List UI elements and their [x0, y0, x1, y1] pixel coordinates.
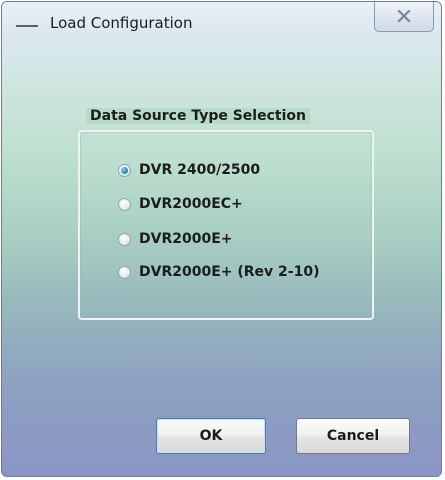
radio-option-dvr2000e-plus[interactable]: DVR2000E+ [118, 228, 233, 250]
title-bar[interactable]: Load Configuration [2, 2, 441, 46]
cancel-button[interactable]: Cancel [296, 418, 410, 454]
ok-button[interactable]: OK [156, 418, 266, 454]
radio-button[interactable] [118, 197, 131, 211]
window-title: Load Configuration [50, 14, 193, 32]
radio-option-dvr2000ec-plus[interactable]: DVR2000EC+ [118, 193, 243, 215]
radio-label: DVR2000E+ [139, 231, 233, 247]
radio-option-dvr2000e-plus-rev-2-10[interactable]: DVR2000E+ (Rev 2-10) [118, 261, 319, 283]
radio-button[interactable] [118, 265, 131, 279]
radio-option-dvr-2400-2500[interactable]: DVR 2400/2500 [118, 159, 260, 181]
close-icon [397, 7, 411, 26]
radio-label: DVR 2400/2500 [139, 162, 261, 178]
load-configuration-dialog: Load Configuration Data Source Type Sele… [1, 1, 442, 477]
radio-label: DVR2000EC+ [139, 196, 243, 212]
radio-button-selected[interactable] [118, 163, 131, 177]
dash-icon [16, 24, 38, 28]
radio-button[interactable] [118, 232, 131, 246]
radio-label: DVR2000E+ (Rev 2-10) [139, 264, 320, 280]
groupbox-title: Data Source Type Selection [86, 108, 310, 124]
close-button[interactable] [374, 2, 434, 32]
